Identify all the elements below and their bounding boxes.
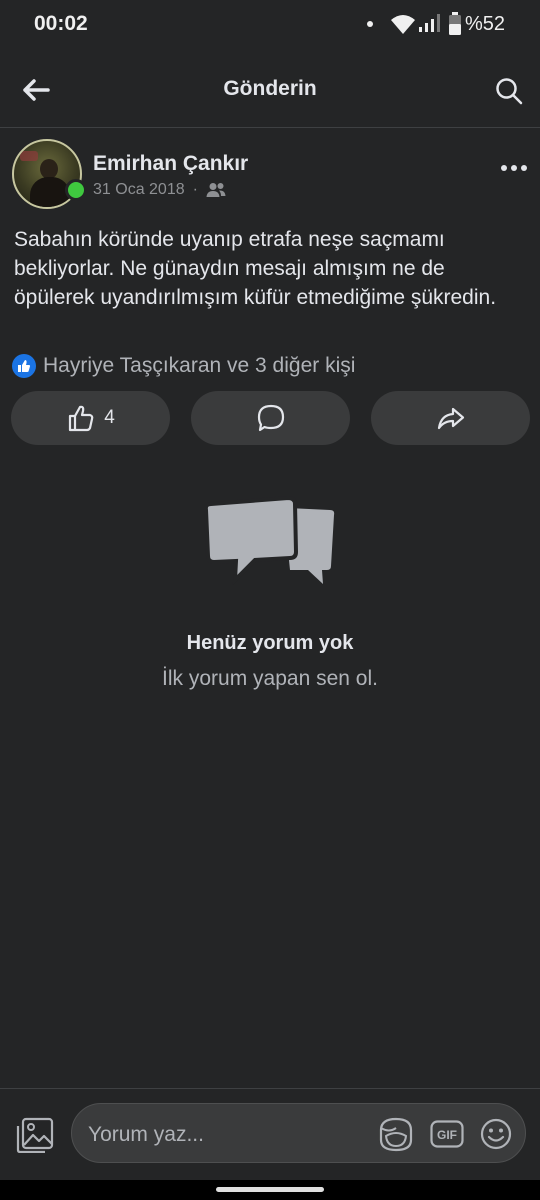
top-app-bar: Gönderin	[0, 48, 540, 128]
post-meta: 31 Oca 2018 ·	[93, 181, 226, 199]
page-title: Gönderin	[223, 77, 317, 100]
emoji-button[interactable]	[478, 1116, 514, 1152]
empty-comments-subtitle: İlk yorum yapan sen ol.	[162, 667, 378, 690]
comment-input[interactable]: Yorum yaz... GIF	[71, 1103, 526, 1163]
add-photo-button[interactable]	[15, 1115, 55, 1155]
gif-icon: GIF	[430, 1120, 464, 1148]
like-count: 4	[104, 407, 115, 428]
thumbs-up-icon	[69, 405, 94, 432]
online-status-dot	[65, 179, 87, 201]
like-button[interactable]: 4	[11, 391, 170, 445]
status-time: 00:02	[34, 12, 88, 35]
like-reaction-icon	[12, 354, 36, 378]
share-arrow-icon	[437, 407, 464, 430]
comment-bubble-icon	[257, 404, 284, 432]
dot	[501, 165, 507, 171]
gif-label: GIF	[437, 1128, 457, 1142]
search-button[interactable]	[486, 68, 532, 114]
meta-separator: ·	[192, 181, 198, 198]
emoji-icon	[480, 1118, 512, 1150]
reactions-text: Hayriye Taşçıkaran ve 3 diğer kişi	[43, 354, 356, 377]
no-comments-icon	[203, 495, 335, 586]
system-nav-bar	[0, 1180, 540, 1200]
empty-comments-title: Henüz yorum yok	[186, 632, 354, 654]
notification-dot-icon	[367, 21, 373, 27]
more-options-button[interactable]	[494, 154, 534, 182]
friends-icon[interactable]	[206, 182, 226, 198]
sticker-icon	[379, 1117, 413, 1152]
signal-icon	[419, 14, 440, 32]
battery-icon	[449, 12, 461, 35]
search-icon	[496, 78, 523, 105]
sticker-button[interactable]	[375, 1114, 417, 1154]
photo-icon	[16, 1117, 54, 1153]
author-avatar[interactable]	[12, 139, 87, 209]
post-body-text: Sabahın köründe uyanıp etrafa neşe saçma…	[14, 228, 497, 309]
dot	[511, 165, 517, 171]
gif-button[interactable]: GIF	[429, 1118, 465, 1150]
status-bar: 00:02 %52	[0, 0, 540, 48]
share-button[interactable]	[371, 391, 530, 445]
wifi-icon	[391, 15, 415, 34]
post-date[interactable]: 31 Oca 2018	[93, 181, 185, 199]
comment-placeholder: Yorum yaz...	[88, 1123, 204, 1146]
comment-button[interactable]	[191, 391, 350, 445]
dot	[521, 165, 527, 171]
author-name[interactable]: Emirhan Çankır	[93, 152, 248, 176]
home-indicator[interactable]	[216, 1187, 324, 1192]
reactions-summary[interactable]: Hayriye Taşçıkaran ve 3 diğer kişi	[12, 354, 355, 378]
battery-percent: %52	[465, 13, 506, 35]
comment-composer: Yorum yaz... GIF	[0, 1088, 540, 1180]
